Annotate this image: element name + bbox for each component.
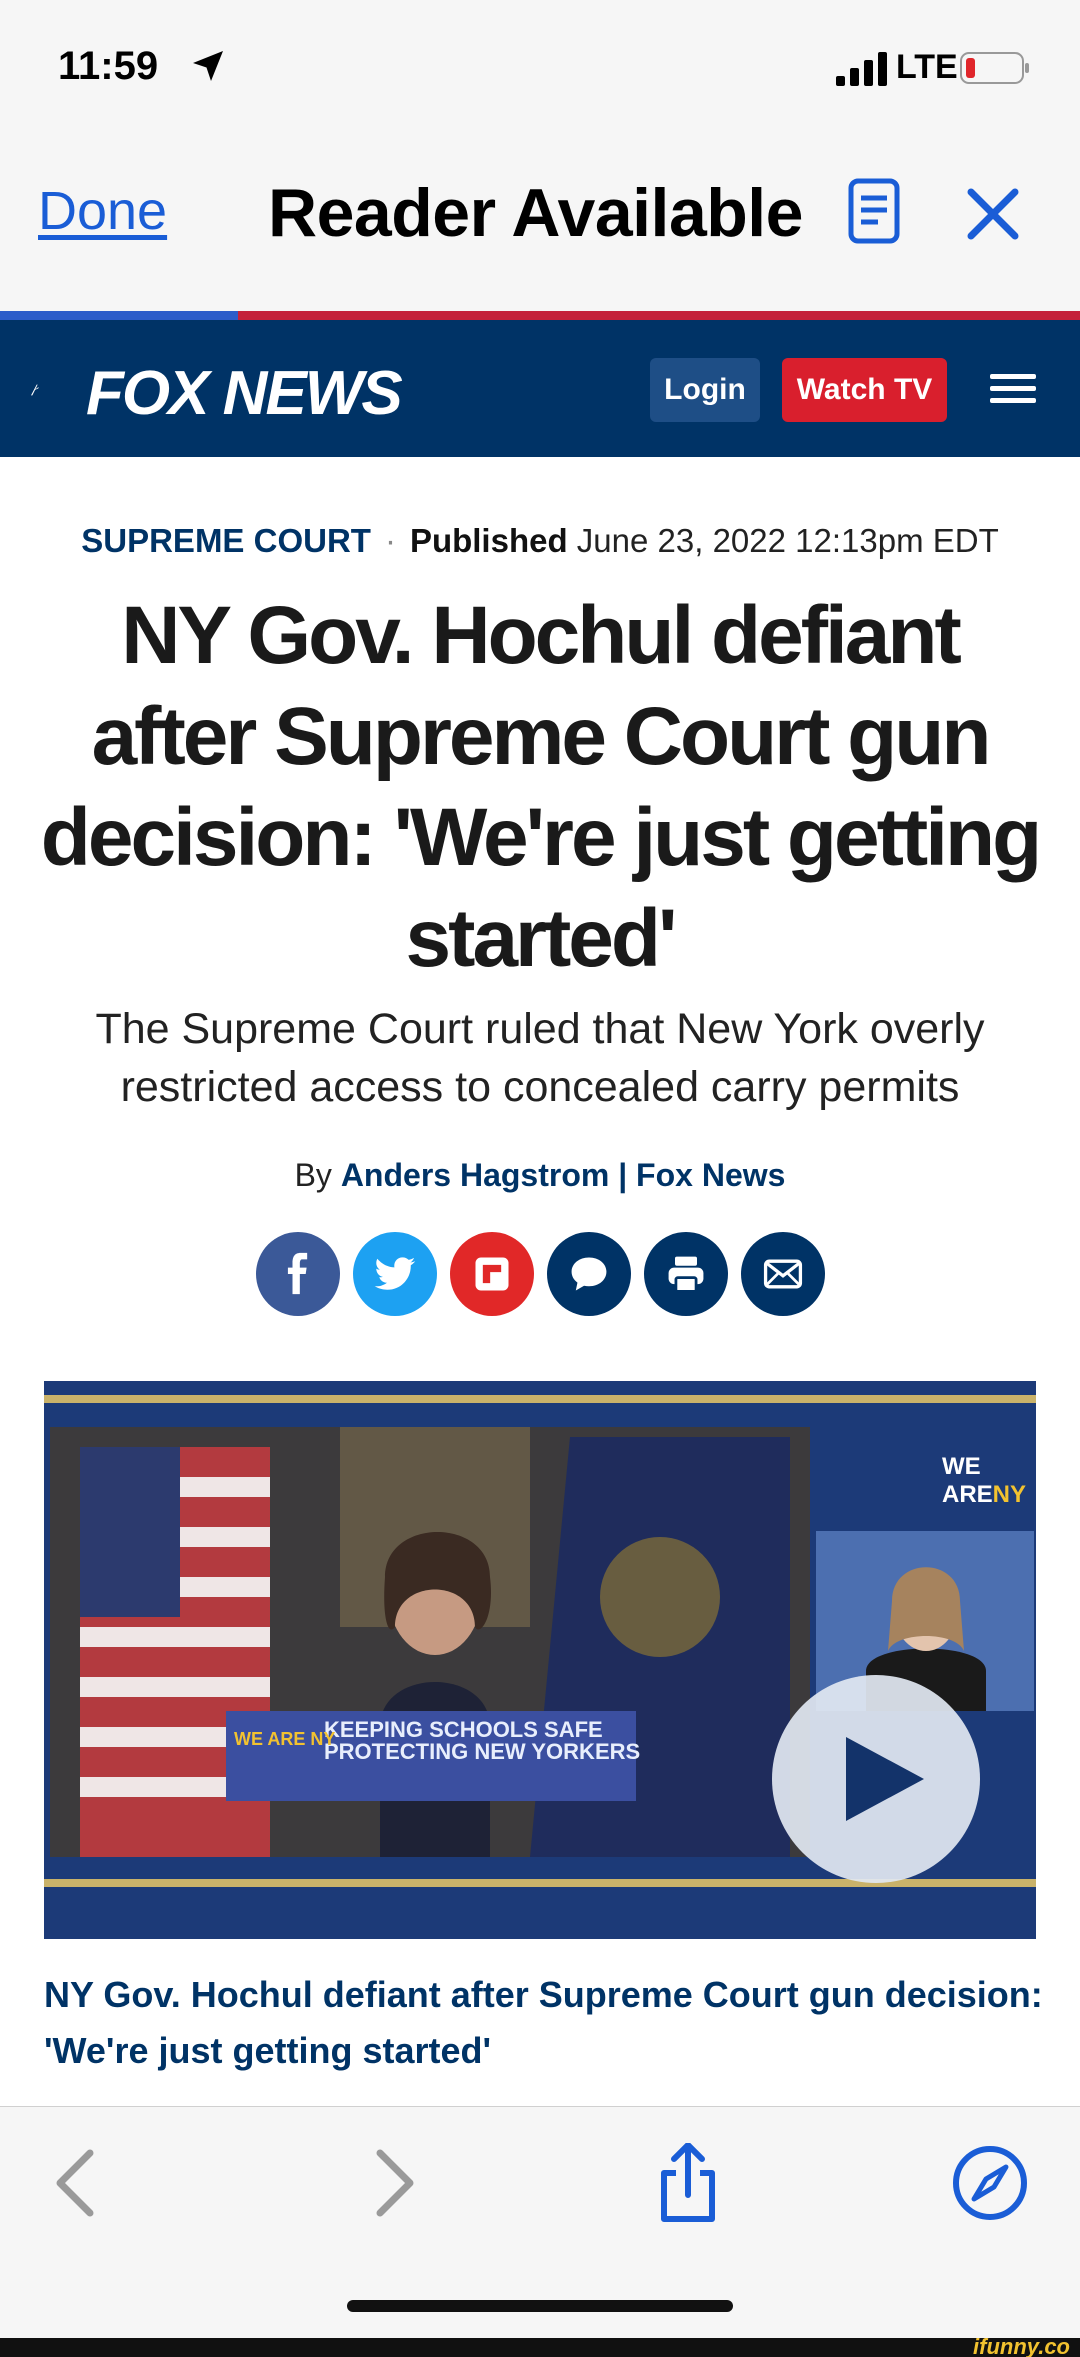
podium-badge: WE ARE NY [234,1729,336,1749]
ifunny-watermark: ifunny.co [973,2334,1070,2357]
author-link[interactable]: Anders Hagstrom [341,1157,610,1193]
page-load-progress-fill [0,311,238,320]
print-icon [668,1256,704,1293]
fox-news-logo-text[interactable]: FOX NEWS [86,358,403,429]
video-player[interactable]: KEEPING SCHOOLS SAFE PROTECTING NEW YORK… [44,1381,1036,1939]
compass-icon[interactable] [950,2143,1030,2223]
outlet-link[interactable]: Fox News [636,1157,785,1193]
comments-button[interactable] [547,1232,631,1316]
twitter-icon [374,1257,416,1290]
video-stripe-top [44,1395,1036,1403]
location-arrow-icon [193,51,223,81]
login-button[interactable]: Login [650,358,760,422]
done-button[interactable]: Done [38,180,167,242]
email-share-button[interactable] [741,1232,825,1316]
ny-text: NY [992,1481,1027,1508]
cellular-signal-icon [836,52,887,86]
hamburger-menu-icon[interactable] [990,372,1036,406]
flipboard-icon [475,1257,509,1291]
reader-view-icon[interactable] [848,178,900,244]
print-button[interactable] [644,1232,728,1316]
forward-icon[interactable] [350,2143,430,2223]
published-date: June 23, 2022 12:13pm EDT [576,522,999,559]
facebook-share-button[interactable] [256,1232,340,1316]
network-type: LTE [896,48,958,86]
byline-separator: | [618,1157,628,1193]
meta-separator-dot: · [384,522,396,559]
email-icon [763,1259,803,1289]
watch-tv-button[interactable]: Watch TV [782,358,947,422]
published-label: Published [409,522,568,559]
reader-available-title: Reader Available [268,175,804,251]
home-indicator [347,2300,733,2312]
comment-icon [571,1257,607,1291]
byline: By Anders Hagstrom | Fox News [0,1157,1080,1194]
status-time: 11:59 [58,44,159,88]
by-label: By [294,1157,332,1193]
section-link[interactable]: SUPREME COURT [81,522,371,559]
flipboard-share-button[interactable] [450,1232,534,1316]
fox-news-header: FOX NEWS Login Watch TV [0,320,1080,457]
podium-line-1: KEEPING SCHOOLS SAFE [324,1717,603,1742]
video-caption-link[interactable]: NY Gov. Hochul defiant after Supreme Cou… [44,1967,1044,2079]
article-meta: SUPREME COURT · Published June 23, 2022 12… [0,522,1080,560]
safari-reader-bar: Done Reader Available [0,150,1080,315]
article-subheadline: The Supreme Court ruled that New York ov… [95,1005,985,1111]
we-are-text: WE ARE [942,1453,993,1508]
article-headline: NY Gov. Hochul defiant after Supreme Cou… [40,590,1042,984]
podium-text: KEEPING SCHOOLS SAFE PROTECTING NEW YORK… [324,1719,640,1763]
share-icon[interactable] [648,2143,728,2223]
facebook-icon [287,1252,308,1295]
status-bar: 11:59 LTE [0,0,1080,150]
close-icon[interactable] [965,186,1021,242]
watermark-bar: ifunny.co [0,2334,1080,2357]
play-button[interactable] [772,1675,980,1883]
we-are-ny-logo: WE ARENY [942,1453,1036,1509]
podium-line-2: PROTECTING NEW YORKERS [324,1739,641,1764]
twitter-share-button[interactable] [353,1232,437,1316]
fox-news-logo[interactable] [30,354,90,426]
battery-low-icon [960,52,1029,84]
back-icon[interactable] [40,2143,120,2223]
play-icon [846,1737,924,1821]
